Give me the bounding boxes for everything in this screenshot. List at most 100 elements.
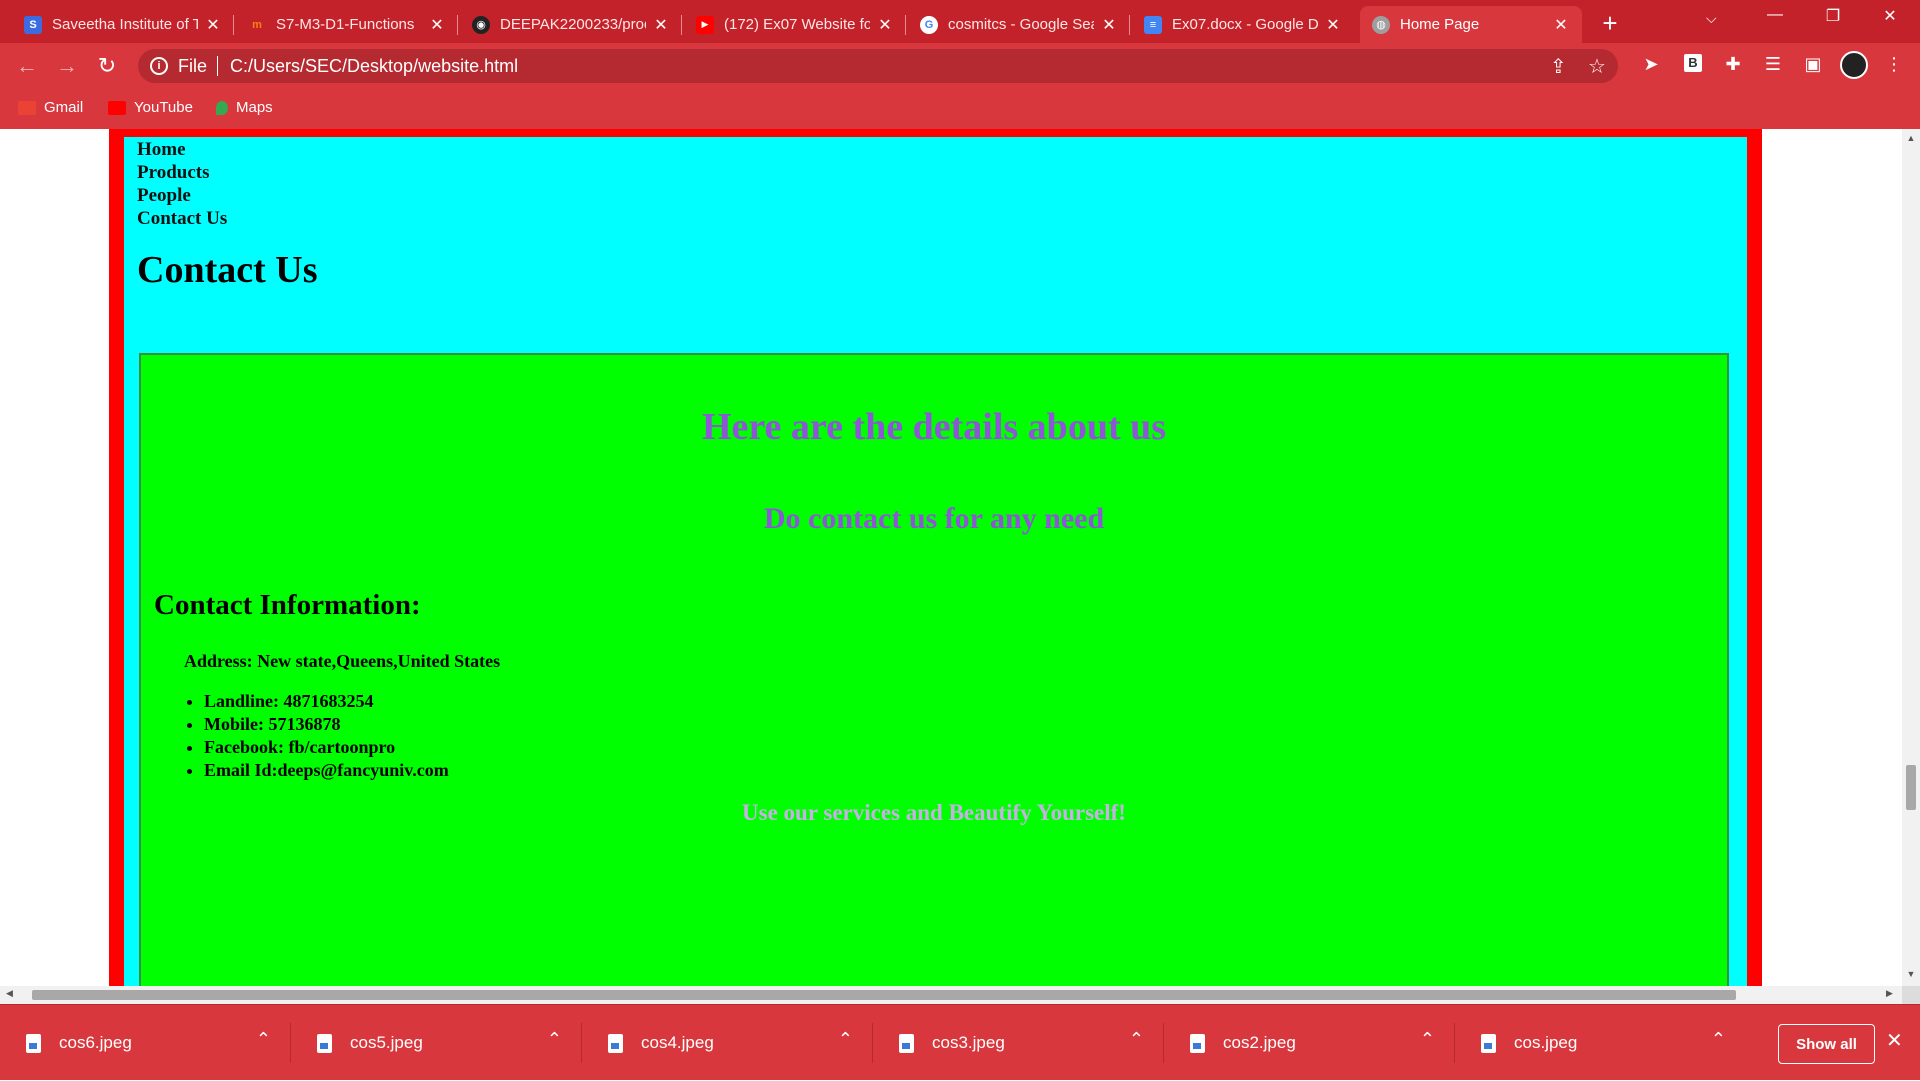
tab-github[interactable]: ◉ DEEPAK2200233/prod ✕: [460, 6, 682, 43]
tab-title: Saveetha Institute of T: [52, 16, 198, 33]
close-icon[interactable]: ✕: [204, 15, 222, 35]
chevron-up-icon[interactable]: ⌃: [547, 1029, 562, 1050]
youtube-icon: ▶: [696, 15, 714, 34]
contact-details-section: Here are the details about us Do contact…: [139, 353, 1729, 986]
bookmark-label: YouTube: [134, 99, 193, 116]
tab-separator: [1129, 15, 1130, 35]
tab-title: S7-M3-D1-Functions: [276, 16, 415, 33]
chevron-up-icon[interactable]: ⌃: [1711, 1029, 1726, 1050]
close-icon[interactable]: ✕: [1100, 15, 1118, 35]
url-text[interactable]: C:/Users/SEC/Desktop/website.html: [230, 56, 518, 77]
image-file-icon: [899, 1033, 914, 1053]
bookmark-maps[interactable]: Maps: [216, 99, 273, 116]
nav-link-contact-us[interactable]: Contact Us: [137, 207, 227, 230]
google-icon: G: [920, 15, 938, 34]
tab-functions[interactable]: m S7-M3-D1-Functions ✕: [236, 6, 458, 43]
image-file-icon: [1481, 1033, 1496, 1053]
reload-icon[interactable]: ↻: [94, 53, 120, 79]
download-item[interactable]: cos.jpeg ⌃: [1455, 1005, 1746, 1081]
star-icon[interactable]: ☆: [1588, 54, 1606, 79]
tab-title: (172) Ex07 Website fo: [724, 16, 870, 33]
list-item: Email Id:deeps@fancyuniv.com: [204, 759, 449, 782]
address-bar[interactable]: i File C:/Users/SEC/Desktop/website.html…: [138, 49, 1618, 83]
chevron-up-icon[interactable]: ⌃: [256, 1029, 271, 1050]
chevron-up-icon[interactable]: ⌃: [1129, 1029, 1144, 1050]
bookmarks-bar: Gmail YouTube Maps: [0, 89, 1920, 129]
nav-link-people[interactable]: People: [137, 184, 227, 207]
new-tab-button[interactable]: +: [1596, 10, 1624, 38]
share-icon[interactable]: ⇪: [1550, 54, 1567, 79]
extensions-puzzle-icon[interactable]: ✚: [1720, 54, 1746, 75]
bookmark-youtube[interactable]: YouTube: [108, 99, 193, 116]
tab-saveetha[interactable]: S Saveetha Institute of T ✕: [12, 6, 234, 43]
tab-title: DEEPAK2200233/prod: [500, 16, 646, 33]
browser-toolbar: ← → ↻ i File C:/Users/SEC/Desktop/websit…: [0, 43, 1920, 89]
bookmark-gmail[interactable]: Gmail: [18, 99, 83, 116]
vertical-scrollbar[interactable]: ▲ ▼: [1902, 129, 1920, 986]
profile-avatar[interactable]: [1840, 51, 1868, 79]
tab-title: cosmitcs - Google Sea: [948, 16, 1094, 33]
chevron-up-icon[interactable]: ⌃: [1420, 1029, 1435, 1050]
close-shelf-icon[interactable]: ✕: [1886, 1028, 1903, 1053]
image-file-icon: [317, 1033, 332, 1053]
globe-icon: ◍: [1372, 15, 1390, 34]
cursor-extension-icon[interactable]: ➤: [1638, 54, 1664, 75]
nav-link-home[interactable]: Home: [137, 138, 227, 161]
download-item[interactable]: cos5.jpeg ⌃: [291, 1005, 582, 1081]
page-title: Contact Us: [137, 249, 318, 291]
tab-title: Home Page: [1400, 16, 1480, 33]
forward-arrow-icon[interactable]: →: [54, 53, 80, 79]
close-icon[interactable]: ✕: [428, 15, 446, 35]
horizontal-scroll-thumb[interactable]: [32, 990, 1736, 1000]
reading-list-icon[interactable]: ☰: [1760, 54, 1786, 75]
scroll-right-icon[interactable]: ▶: [1886, 988, 1893, 999]
list-item: Facebook: fb/cartoonpro: [204, 736, 449, 759]
side-panel-icon[interactable]: ▣: [1800, 54, 1826, 75]
youtube-icon: [108, 100, 126, 115]
image-file-icon: [608, 1033, 623, 1053]
window-close-icon[interactable]: ✕: [1870, 6, 1910, 26]
download-shelf: cos6.jpeg ⌃ cos5.jpeg ⌃ cos4.jpeg ⌃ cos3…: [0, 1004, 1920, 1080]
download-item[interactable]: cos2.jpeg ⌃: [1164, 1005, 1455, 1081]
back-arrow-icon[interactable]: ←: [14, 53, 40, 79]
close-icon[interactable]: ✕: [1324, 15, 1342, 35]
download-filename: cos3.jpeg: [932, 1033, 1005, 1052]
minimize-icon[interactable]: —: [1755, 6, 1795, 24]
footer-tagline: Use our services and Beautify Yourself!: [742, 800, 1126, 825]
tab-google-docs[interactable]: ≡ Ex07.docx - Google D ✕: [1132, 6, 1354, 43]
b-extension-icon[interactable]: B: [1680, 54, 1706, 72]
tab-separator: [681, 15, 682, 35]
restore-icon[interactable]: ❐: [1813, 6, 1853, 26]
page-header-area: Home Products People Contact Us Contact …: [124, 137, 1747, 986]
download-item[interactable]: cos6.jpeg ⌃: [0, 1005, 291, 1081]
bookmark-label: Gmail: [44, 99, 84, 116]
info-icon[interactable]: i: [150, 57, 168, 75]
tab-title: Ex07.docx - Google D: [1172, 16, 1318, 33]
close-icon[interactable]: ✕: [652, 15, 670, 35]
chevron-up-icon[interactable]: ⌃: [838, 1029, 853, 1050]
scroll-down-icon[interactable]: ▼: [1902, 969, 1920, 979]
download-filename: cos.jpeg: [1514, 1033, 1578, 1052]
maps-icon: [216, 100, 228, 115]
tab-search-chevron-icon[interactable]: ⌵: [1706, 10, 1717, 27]
tab-home-page[interactable]: ◍ Home Page ✕: [1360, 6, 1582, 43]
download-item[interactable]: cos3.jpeg ⌃: [873, 1005, 1164, 1081]
download-filename: cos4.jpeg: [641, 1033, 714, 1052]
download-filename: cos6.jpeg: [59, 1033, 132, 1052]
page-red-border: Home Products People Contact Us Contact …: [109, 129, 1762, 986]
scroll-up-icon[interactable]: ▲: [1902, 133, 1920, 143]
close-icon[interactable]: ✕: [1552, 15, 1570, 35]
download-item[interactable]: cos4.jpeg ⌃: [582, 1005, 873, 1081]
close-icon[interactable]: ✕: [876, 15, 894, 35]
nav-link-products[interactable]: Products: [137, 161, 227, 184]
page-viewport: Home Products People Contact Us Contact …: [0, 129, 1902, 986]
tab-separator: [905, 15, 906, 35]
show-all-button[interactable]: Show all: [1778, 1024, 1875, 1064]
horizontal-scrollbar[interactable]: ◀ ▶: [0, 986, 1902, 1004]
vertical-scroll-thumb[interactable]: [1906, 765, 1916, 810]
scroll-left-icon[interactable]: ◀: [6, 988, 13, 999]
tab-youtube[interactable]: ▶ (172) Ex07 Website fo ✕: [684, 6, 906, 43]
tab-google-search[interactable]: G cosmitcs - Google Sea ✕: [908, 6, 1130, 43]
menu-dots-icon[interactable]: ⋮: [1881, 54, 1907, 75]
tab-separator: [233, 15, 234, 35]
